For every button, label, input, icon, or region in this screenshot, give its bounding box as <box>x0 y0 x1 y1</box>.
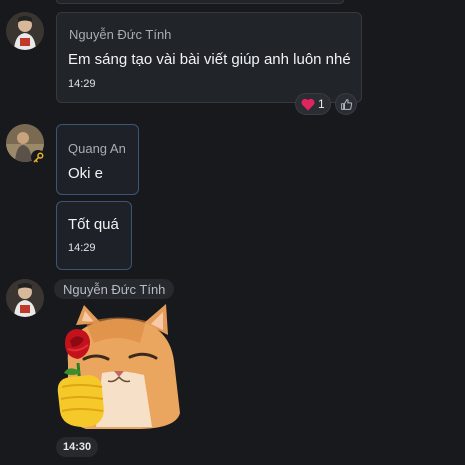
reaction-badge[interactable]: 1 <box>295 93 331 115</box>
key-icon <box>31 150 45 164</box>
message-text: Oki e <box>68 165 104 182</box>
previous-message-bubble-edge <box>56 0 344 4</box>
reaction-count: 1 <box>318 97 325 111</box>
heart-icon <box>301 98 315 111</box>
message-time: 14:29 <box>68 242 96 254</box>
message-text: Tốt quá <box>68 216 119 233</box>
sender-name: Nguyễn Đức Tính <box>69 27 172 42</box>
message-time: 14:29 <box>68 78 96 90</box>
like-button[interactable] <box>335 93 357 115</box>
message-text: Em sáng tạo vài bài viết giúp anh luôn n… <box>68 51 351 68</box>
avatar[interactable] <box>6 12 44 50</box>
avatar[interactable] <box>6 279 44 317</box>
chat-panel: Nguyễn Đức Tính Em sáng tạo vài bài viết… <box>0 0 465 465</box>
cat-holding-rose-sticker[interactable] <box>56 303 181 431</box>
message-bubble[interactable]: Nguyễn Đức Tính Em sáng tạo vài bài viết… <box>56 12 362 103</box>
message-time: 14:30 <box>56 437 99 457</box>
message-bubble[interactable]: Quang An Oki e <box>56 124 139 195</box>
message-bubble[interactable]: Tốt quá 14:29 <box>56 201 132 270</box>
sender-name: Nguyễn Đức Tính <box>54 279 175 299</box>
thumbs-up-icon <box>340 98 353 111</box>
sender-name: Quang An <box>68 141 126 156</box>
